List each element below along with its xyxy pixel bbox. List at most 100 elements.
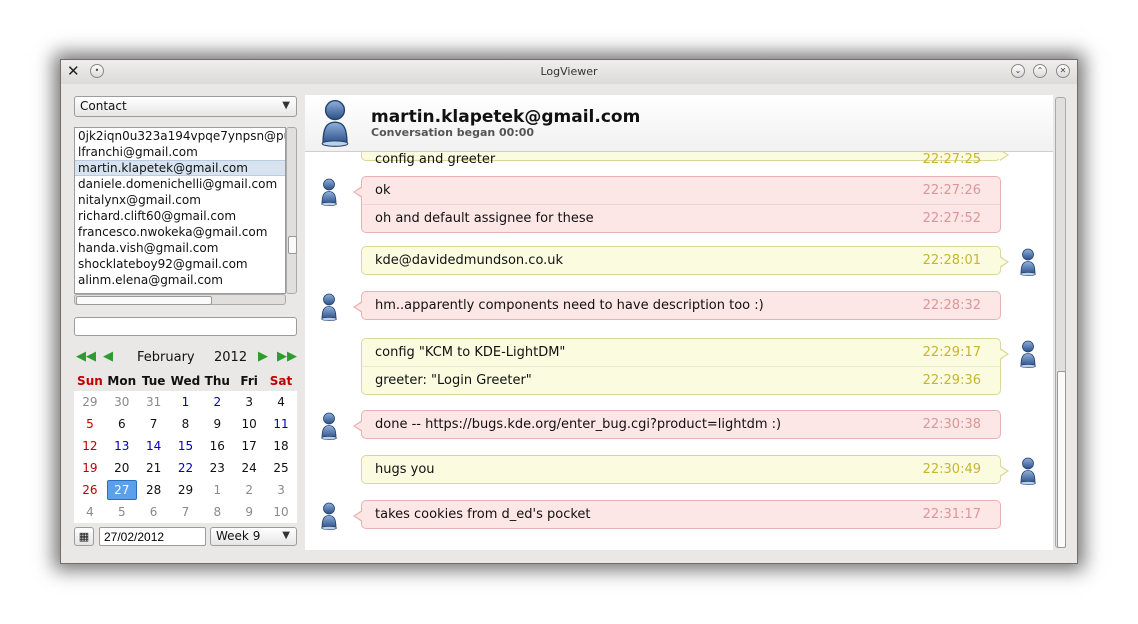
next-month-icon[interactable]: ▶: [258, 348, 268, 366]
calendar-day[interactable]: 10: [233, 413, 265, 435]
contact-list[interactable]: 0jk2iqn0u323a194vpqe7ynpsn@publi lfranchi…: [74, 127, 286, 294]
calendar-day[interactable]: 5: [74, 413, 106, 435]
calendar-day[interactable]: 1: [201, 479, 233, 501]
calendar-day[interactable]: 20: [106, 457, 138, 479]
calendar-day[interactable]: 2: [233, 479, 265, 501]
contact-list-item[interactable]: francesco.nwokeka@gmail.com: [75, 224, 285, 240]
close-icon[interactable]: ✕: [1056, 64, 1070, 78]
calendar-day[interactable]: 17: [233, 435, 265, 457]
contact-list-item[interactable]: daniele.domenichelli@gmail.com: [75, 176, 285, 192]
calendar-day[interactable]: 3: [233, 391, 265, 413]
conversation-vscrollbar[interactable]: [1055, 97, 1066, 548]
conversation-view[interactable]: config and greeter 22:27:25 ok 22:27:26 oh…: [305, 95, 1053, 550]
calendar-day[interactable]: 25: [265, 457, 297, 479]
calendar-day-label: 4: [86, 505, 94, 519]
logviewer-window: ✕ • LogViewer ⌄ ⌃ ✕ Contact ▼ 0jk2iqn0u3…: [60, 59, 1078, 564]
calendar-day[interactable]: 14: [138, 435, 170, 457]
calendar-day-label: 21: [145, 461, 162, 475]
week-value: Week 9: [216, 529, 261, 543]
previous-year-icon[interactable]: ◀◀: [76, 348, 96, 366]
contact-filter-input[interactable]: [74, 317, 297, 336]
calendar-day[interactable]: 23: [201, 457, 233, 479]
contact-list-item[interactable]: nitalynx@gmail.com: [75, 192, 285, 208]
contact-list-item[interactable]: alinm.elena@gmail.com: [75, 272, 285, 288]
calendar-day[interactable]: 1: [170, 391, 202, 413]
message-time: 22:30:38: [922, 417, 981, 432]
calendar-day-label: 29: [177, 483, 194, 497]
contact-type-value: Contact: [80, 99, 127, 113]
calendar-day-label: 1: [181, 395, 190, 409]
calendar-day[interactable]: 24: [233, 457, 265, 479]
contact-avatar-icon: [320, 178, 338, 206]
scrollbar-thumb[interactable]: [288, 236, 297, 254]
calendar-day[interactable]: 19: [74, 457, 106, 479]
weekday-header: Wed: [169, 371, 202, 391]
minimize-icon[interactable]: ⌄: [1011, 64, 1025, 78]
calendar-day[interactable]: 8: [201, 501, 233, 523]
contact-list-vscrollbar[interactable]: [286, 127, 297, 294]
calendar-month[interactable]: February: [137, 350, 195, 365]
message-time: 22:29:36: [922, 373, 981, 388]
message-line: ok 22:27:26: [362, 177, 1000, 204]
calendar-day-label: 16: [209, 439, 225, 453]
calendar-day[interactable]: 4: [265, 391, 297, 413]
maximize-icon[interactable]: ⌃: [1033, 64, 1047, 78]
calendar-day[interactable]: 11: [265, 413, 297, 435]
message-time: 22:30:49: [922, 462, 981, 477]
calendar-day[interactable]: 21: [138, 457, 170, 479]
calendar-day[interactable]: 18: [265, 435, 297, 457]
calendar-year[interactable]: 2012: [214, 350, 247, 365]
previous-month-icon[interactable]: ◀: [103, 348, 113, 366]
calendar-day-label: 3: [245, 395, 253, 409]
contact-list-item[interactable]: lfranchi@gmail.com: [75, 144, 285, 160]
calendar-day[interactable]: 4: [74, 501, 106, 523]
calendar-day[interactable]: 5: [106, 501, 138, 523]
calendar-day[interactable]: 22: [170, 457, 202, 479]
calendar-day[interactable]: 9: [233, 501, 265, 523]
scrollbar-thumb[interactable]: [76, 296, 212, 305]
calendar-day[interactable]: 30: [106, 391, 138, 413]
calendar-day[interactable]: 16: [201, 435, 233, 457]
calendar-day[interactable]: 29: [170, 479, 202, 501]
incoming-message-bubble: ok 22:27:26 oh and default assignee for th…: [353, 176, 1001, 233]
calendar-day-label: 27: [106, 480, 137, 500]
calendar-icon: ▦: [78, 530, 90, 543]
message-line: takes cookies from d_ed's pocket 22:31:17: [362, 501, 1000, 528]
contact-avatar-icon: [319, 99, 351, 147]
calendar-day[interactable]: 2: [201, 391, 233, 413]
calendar-day[interactable]: 6: [138, 501, 170, 523]
calendar-day[interactable]: 27: [106, 479, 138, 501]
message-line: hugs you 22:30:49: [362, 456, 1000, 483]
week-select[interactable]: Week 9 ▼: [210, 527, 297, 546]
calendar-day[interactable]: 10: [265, 501, 297, 523]
contact-avatar-icon: [320, 412, 338, 440]
calendar-day[interactable]: 12: [74, 435, 106, 457]
contact-list-item[interactable]: 0jk2iqn0u323a194vpqe7ynpsn@publi: [75, 128, 285, 144]
contact-list-item[interactable]: richard.clift60@gmail.com: [75, 208, 285, 224]
contact-list-item[interactable]: handa.vish@gmail.com: [75, 240, 285, 256]
calendar-day[interactable]: 13: [106, 435, 138, 457]
calendar-day[interactable]: 29: [74, 391, 106, 413]
calendar-day[interactable]: 7: [170, 501, 202, 523]
calendar-day[interactable]: 7: [138, 413, 170, 435]
next-year-icon[interactable]: ▶▶: [277, 348, 297, 366]
scrollbar-thumb[interactable]: [1057, 371, 1066, 548]
incoming-message-bubble: hm..apparently components need to have d…: [353, 291, 1001, 320]
calendar-day[interactable]: 3: [265, 479, 297, 501]
calendar-day[interactable]: 15: [170, 435, 202, 457]
calendar-day[interactable]: 8: [170, 413, 202, 435]
calendar-day[interactable]: 9: [201, 413, 233, 435]
calendar-day-label: 2: [245, 483, 253, 497]
calendar-day[interactable]: 26: [74, 479, 106, 501]
contact-list-item[interactable]: shocklateboy92@gmail.com: [75, 256, 285, 272]
contact-list-item[interactable]: martin.klapetek@gmail.com: [75, 160, 285, 176]
calendar-day[interactable]: 6: [106, 413, 138, 435]
calendar-day[interactable]: 28: [138, 479, 170, 501]
contact-list-hscrollbar[interactable]: [74, 294, 286, 305]
contact-type-select[interactable]: Contact ▼: [74, 96, 297, 117]
contact-avatar-icon: [320, 502, 338, 530]
calendar-today-button[interactable]: ▦: [74, 527, 94, 546]
calendar-grid: Sun Mon Tue Wed Thu Fri Sat 29 30 31 1 2 3 4 5 6 7 8 9 10 1…: [74, 371, 297, 523]
date-input[interactable]: [99, 527, 206, 546]
calendar-day[interactable]: 31: [138, 391, 170, 413]
